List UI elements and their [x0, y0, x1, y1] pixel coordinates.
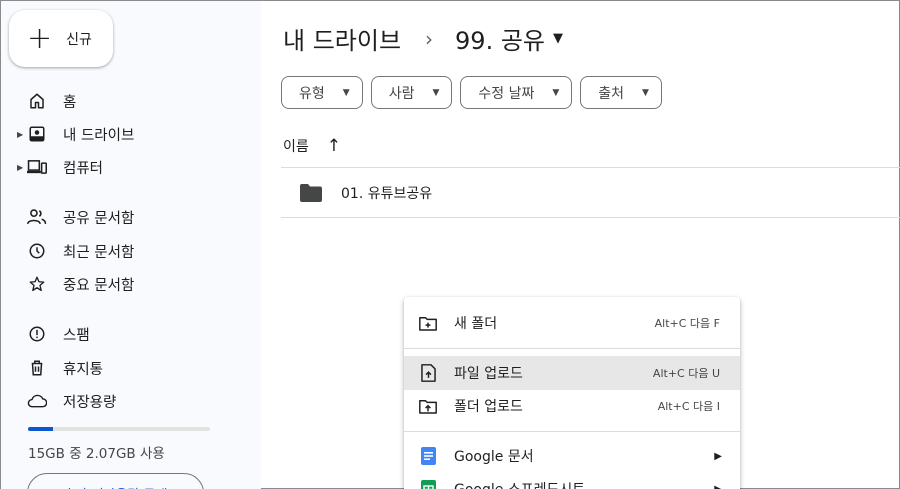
dropdown-arrow-icon: ▼ — [342, 87, 350, 98]
sidebar-item-label: 컴퓨터 — [63, 160, 104, 177]
sidebar-item-label: 휴지통 — [63, 361, 104, 378]
current-folder-label: 99. 공유 — [455, 27, 545, 55]
buy-storage-button[interactable]: 추가 저장용량 구매 — [27, 473, 204, 489]
sidebar-item-storage[interactable]: 저장용량 — [1, 386, 251, 416]
cloud-icon — [27, 391, 47, 411]
sidebar-item-trash[interactable]: 휴지통 — [1, 353, 251, 383]
list-divider — [281, 167, 900, 168]
trash-icon — [27, 358, 47, 378]
breadcrumb-current-folder[interactable]: 99. 공유 ▼ — [455, 21, 563, 56]
sidebar-item-recent[interactable]: 최근 문서함 — [1, 236, 251, 266]
storage-usage-text: 15GB 중 2.07GB 사용 — [28, 446, 165, 462]
breadcrumb: 내 드라이브 › 99. 공유 ▼ — [283, 21, 563, 56]
list-item[interactable]: 01. 유튜브공유 — [281, 169, 900, 217]
sidebar-item-label: 공유 문서함 — [63, 210, 135, 227]
chip-label: 출처 — [598, 85, 625, 102]
sidebar-item-spam[interactable]: 스팸 — [1, 319, 251, 349]
chip-label: 수정 날짜 — [478, 85, 535, 102]
storage-progress-bar — [28, 427, 210, 431]
menu-item-label: 새 폴더 — [454, 316, 498, 332]
spam-icon — [27, 324, 47, 344]
submenu-arrow-icon: ▶ — [714, 450, 722, 462]
sidebar-item-computers[interactable]: ▶ 컴퓨터 — [1, 152, 251, 182]
menu-item-new-folder[interactable]: 새 폴더 Alt+C 다음 F — [404, 306, 740, 340]
my-drive-icon — [27, 124, 47, 144]
menu-item-google-docs[interactable]: Google 문서 ▶ — [404, 439, 740, 473]
storage-progress-fill — [28, 427, 54, 431]
submenu-arrow-icon: ▶ — [714, 483, 722, 489]
folder-upload-icon — [418, 396, 438, 416]
menu-item-shortcut: Alt+C 다음 I — [657, 400, 720, 413]
menu-item-label: Google 스프레드시트 — [454, 479, 585, 489]
filter-modified-chip[interactable]: 수정 날짜 ▼ — [460, 76, 573, 109]
new-folder-icon — [418, 313, 438, 333]
filter-chips: 유형 ▼ 사람 ▼ 수정 날짜 ▼ 출처 ▼ — [281, 76, 662, 109]
home-icon — [27, 91, 47, 111]
expand-caret-icon[interactable]: ▶ — [17, 130, 23, 139]
star-icon — [27, 274, 47, 294]
clock-icon — [27, 241, 47, 261]
menu-item-google-sheets[interactable]: Google 스프레드시트 ▶ — [404, 472, 740, 489]
menu-item-folder-upload[interactable]: 폴더 업로드 Alt+C 다음 I — [404, 389, 740, 423]
sidebar-item-label: 홈 — [63, 94, 77, 111]
sidebar-item-label: 저장용량 — [63, 394, 117, 411]
sidebar-item-label: 중요 문서함 — [63, 277, 135, 294]
breadcrumb-my-drive[interactable]: 내 드라이브 — [283, 21, 401, 56]
sidebar-item-starred[interactable]: 중요 문서함 — [1, 269, 251, 299]
people-icon — [27, 207, 47, 227]
sidebar-item-label: 스팸 — [63, 327, 90, 344]
sidebar-item-label: 내 드라이브 — [63, 127, 135, 144]
menu-item-label: Google 문서 — [454, 449, 534, 465]
menu-divider — [404, 431, 740, 432]
breadcrumb-separator: › — [425, 26, 434, 51]
new-context-menu: 새 폴더 Alt+C 다음 F 파일 업로드 Alt+C 다음 U 폴더 업로드… — [404, 297, 740, 489]
menu-item-file-upload[interactable]: 파일 업로드 Alt+C 다음 U — [404, 356, 740, 390]
sidebar-item-shared[interactable]: 공유 문서함 — [1, 202, 251, 232]
dropdown-arrow-icon: ▼ — [553, 31, 563, 46]
dropdown-arrow-icon: ▼ — [552, 87, 560, 98]
dropdown-arrow-icon: ▼ — [432, 87, 440, 98]
name-column-header[interactable]: 이름 ↑ — [283, 136, 341, 156]
name-column-label: 이름 — [283, 139, 309, 155]
google-docs-icon — [418, 446, 438, 466]
dropdown-arrow-icon: ▼ — [642, 87, 649, 98]
filter-source-chip[interactable]: 출처 ▼ — [580, 76, 662, 109]
menu-divider — [404, 348, 740, 349]
list-divider — [281, 217, 900, 218]
sidebar-item-label: 최근 문서함 — [63, 244, 135, 261]
filter-people-chip[interactable]: 사람 ▼ — [370, 76, 453, 109]
chip-label: 유형 — [299, 85, 325, 102]
menu-item-label: 폴더 업로드 — [454, 399, 523, 415]
menu-item-shortcut: Alt+C 다음 F — [654, 317, 720, 330]
folder-icon — [300, 184, 322, 202]
new-button-label: 신규 — [66, 31, 92, 48]
menu-item-shortcut: Alt+C 다음 U — [652, 367, 720, 380]
sort-arrow-up-icon[interactable]: ↑ — [327, 136, 341, 156]
new-button[interactable]: + 신규 — [9, 10, 113, 67]
chip-label: 사람 — [388, 85, 415, 102]
menu-item-label: 파일 업로드 — [454, 366, 523, 382]
computers-icon — [27, 157, 47, 177]
plus-icon: + — [27, 20, 53, 56]
expand-caret-icon[interactable]: ▶ — [17, 163, 23, 172]
sidebar-item-my-drive[interactable]: ▶ 내 드라이브 — [1, 119, 251, 149]
sidebar-item-home[interactable]: 홈 — [1, 86, 251, 116]
sidebar: + 신규 홈 ▶ 내 드라이브 ▶ 컴퓨터 공유 문서함 최근 문서함 중요 문… — [1, 1, 261, 489]
item-name: 01. 유튜브공유 — [341, 186, 433, 202]
file-upload-icon — [418, 363, 438, 383]
google-sheets-icon — [418, 479, 438, 489]
filter-type-chip[interactable]: 유형 ▼ — [281, 76, 363, 109]
